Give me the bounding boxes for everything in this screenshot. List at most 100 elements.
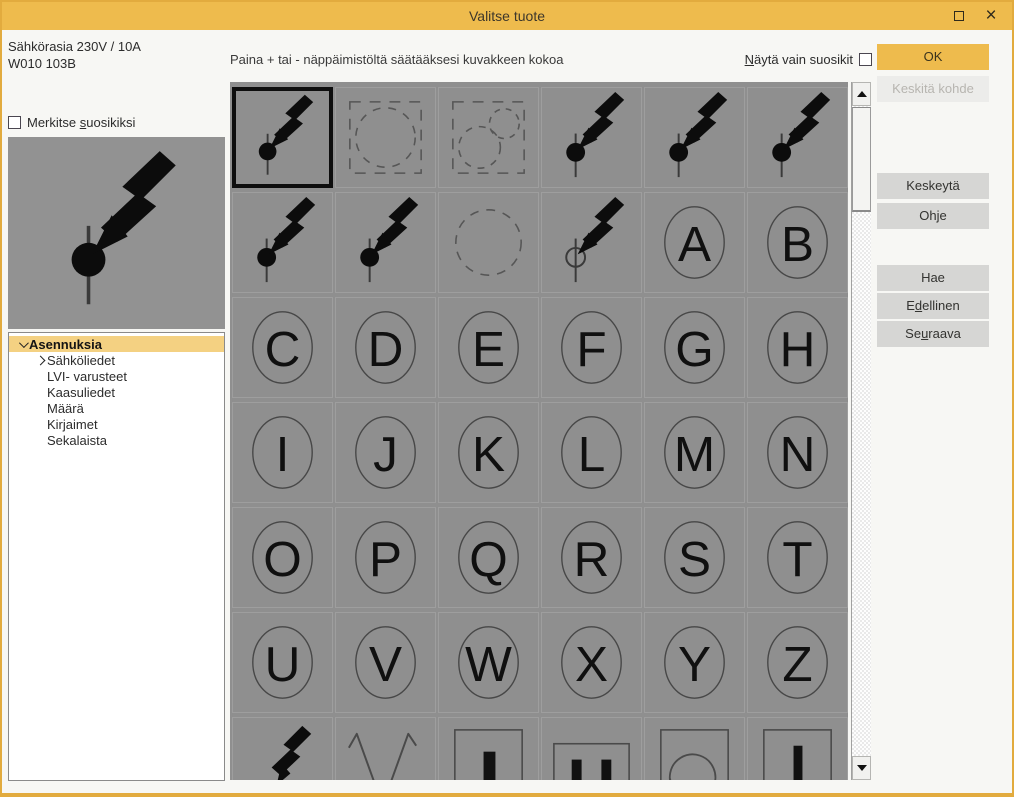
symbol-tile-dashed-circle[interactable] <box>438 192 539 293</box>
symbol-tile-letter-J[interactable]: J <box>335 402 436 503</box>
scroll-down-icon <box>857 765 867 771</box>
symbol-tile-bolt-dot[interactable] <box>644 87 745 188</box>
search-button[interactable]: Hae <box>877 265 989 291</box>
tree-item-label: Sähköliedet <box>47 353 115 368</box>
svg-text:S: S <box>678 532 711 587</box>
symbol-tile-letter-M[interactable]: M <box>644 402 745 503</box>
symbol-tile-letter-N[interactable]: N <box>747 402 848 503</box>
help-button[interactable]: Ohje <box>877 203 989 229</box>
close-icon: × <box>985 2 996 30</box>
grid-scrollbar[interactable] <box>851 82 871 780</box>
symbol-tile-letter-T[interactable]: T <box>747 507 848 608</box>
dialog-title: Valitse tuote <box>2 2 1012 30</box>
symbol-tile-bolt-open-dot[interactable] <box>541 192 642 293</box>
tree-item-label: Asennuksia <box>29 337 102 352</box>
symbol-tile-arrow-box[interactable] <box>644 717 745 780</box>
symbol-tile-bar-dot-box[interactable] <box>747 717 848 780</box>
svg-text:J: J <box>373 427 398 482</box>
product-name: Sähkörasia 230V / 10A <box>8 38 141 55</box>
title-bar: Valitse tuote × <box>2 2 1012 30</box>
svg-text:P: P <box>369 532 402 587</box>
symbol-tile-letter-E[interactable]: E <box>438 297 539 398</box>
svg-text:G: G <box>675 322 714 377</box>
cancel-button[interactable]: Keskeytä <box>877 173 989 199</box>
scrollbar-thumb[interactable] <box>852 107 871 212</box>
svg-text:F: F <box>576 322 606 377</box>
symbol-tile-v-lines[interactable] <box>335 717 436 780</box>
symbol-tile-letter-Q[interactable]: Q <box>438 507 539 608</box>
symbol-tile-letter-L[interactable]: L <box>541 402 642 503</box>
svg-text:H: H <box>780 322 816 377</box>
symbol-grid: AB CD E F G H IJ K L M N O PQR S T UVWXYZ <box>230 82 848 780</box>
tree-item[interactable]: Määrä <box>9 400 224 416</box>
mark-favorite-checkbox[interactable] <box>8 116 21 129</box>
symbol-tile-letter-I[interactable]: I <box>232 402 333 503</box>
symbol-tile-dashed-square-circle[interactable] <box>335 87 436 188</box>
svg-text:O: O <box>263 532 302 587</box>
svg-text:K: K <box>472 427 505 482</box>
tree-item-label: Kirjaimet <box>47 417 98 432</box>
tree-item[interactable]: Kirjaimet <box>9 416 224 432</box>
symbol-tile-letter-D[interactable]: D <box>335 297 436 398</box>
svg-text:U: U <box>265 637 301 692</box>
symbol-tile-bar-box[interactable] <box>438 717 539 780</box>
previous-button[interactable]: Edellinen <box>877 293 989 319</box>
bottom-border-line <box>2 793 1012 795</box>
center-target-button: Keskitä kohde <box>877 76 989 102</box>
next-button[interactable]: Seuraava <box>877 321 989 347</box>
svg-text:L: L <box>578 427 606 482</box>
product-code: W010 103B <box>8 55 141 72</box>
scroll-up-button[interactable] <box>852 82 871 106</box>
preview-bolt-symbol-icon <box>28 144 206 322</box>
symbol-tile-letter-K[interactable]: K <box>438 402 539 503</box>
maximize-button[interactable] <box>944 2 974 30</box>
svg-text:D: D <box>368 322 404 377</box>
symbol-tile-letter-V[interactable]: V <box>335 612 436 713</box>
symbol-tile-bolt-dot[interactable] <box>541 87 642 188</box>
symbol-tile-bolt-socket[interactable] <box>232 717 333 780</box>
symbol-tile-two-bars-box[interactable] <box>541 717 642 780</box>
symbol-tile-dashed-square-two-circles[interactable] <box>438 87 539 188</box>
chevron-down-icon[interactable] <box>15 341 29 348</box>
symbol-tile-letter-R[interactable]: R <box>541 507 642 608</box>
symbol-tile-letter-P[interactable]: P <box>335 507 436 608</box>
tree-item[interactable]: Sähköliedet <box>9 352 224 368</box>
symbol-tile-letter-X[interactable]: X <box>541 612 642 713</box>
mark-favorite-row: Merkitse suosikiksi <box>8 115 135 130</box>
tree-item[interactable]: Sekalaista <box>9 432 224 448</box>
tree-item[interactable]: Asennuksia <box>9 336 224 352</box>
svg-text:N: N <box>780 427 816 482</box>
symbol-tile-bolt-dot[interactable] <box>335 192 436 293</box>
svg-text:E: E <box>472 322 505 377</box>
resize-hint: Paina + tai - näppäimistöltä säätääksesi… <box>230 52 564 67</box>
symbol-tile-letter-S[interactable]: S <box>644 507 745 608</box>
tree-item-label: Kaasuliedet <box>47 385 115 400</box>
symbol-tile-bolt-dot[interactable] <box>232 192 333 293</box>
symbol-tile-letter-B[interactable]: B <box>747 192 848 293</box>
show-favorites-checkbox[interactable] <box>859 53 872 66</box>
symbol-tile-bolt-dot[interactable] <box>232 87 333 188</box>
tree-item[interactable]: Kaasuliedet <box>9 384 224 400</box>
symbol-tile-letter-O[interactable]: O <box>232 507 333 608</box>
tree-item[interactable]: LVI- varusteet <box>9 368 224 384</box>
symbol-tile-letter-H[interactable]: H <box>747 297 848 398</box>
symbol-tile-letter-A[interactable]: A <box>644 192 745 293</box>
symbol-tile-letter-G[interactable]: G <box>644 297 745 398</box>
ok-button[interactable]: OK <box>877 44 989 70</box>
symbol-tile-letter-Y[interactable]: Y <box>644 612 745 713</box>
scroll-up-icon <box>857 91 867 97</box>
svg-text:T: T <box>782 532 812 587</box>
close-button[interactable]: × <box>976 2 1006 30</box>
scroll-down-button[interactable] <box>852 756 871 780</box>
chevron-right-icon[interactable] <box>33 357 47 364</box>
symbol-tile-letter-U[interactable]: U <box>232 612 333 713</box>
symbol-tile-letter-F[interactable]: F <box>541 297 642 398</box>
symbol-tile-letter-Z[interactable]: Z <box>747 612 848 713</box>
svg-text:A: A <box>678 217 711 272</box>
symbol-tile-letter-C[interactable]: C <box>232 297 333 398</box>
svg-text:R: R <box>574 532 610 587</box>
svg-text:M: M <box>674 427 715 482</box>
symbol-tile-bolt-dot[interactable] <box>747 87 848 188</box>
dialog-window: Valitse tuote × Sähkörasia 230V / 10A W0… <box>0 0 1014 797</box>
symbol-tile-letter-W[interactable]: W <box>438 612 539 713</box>
